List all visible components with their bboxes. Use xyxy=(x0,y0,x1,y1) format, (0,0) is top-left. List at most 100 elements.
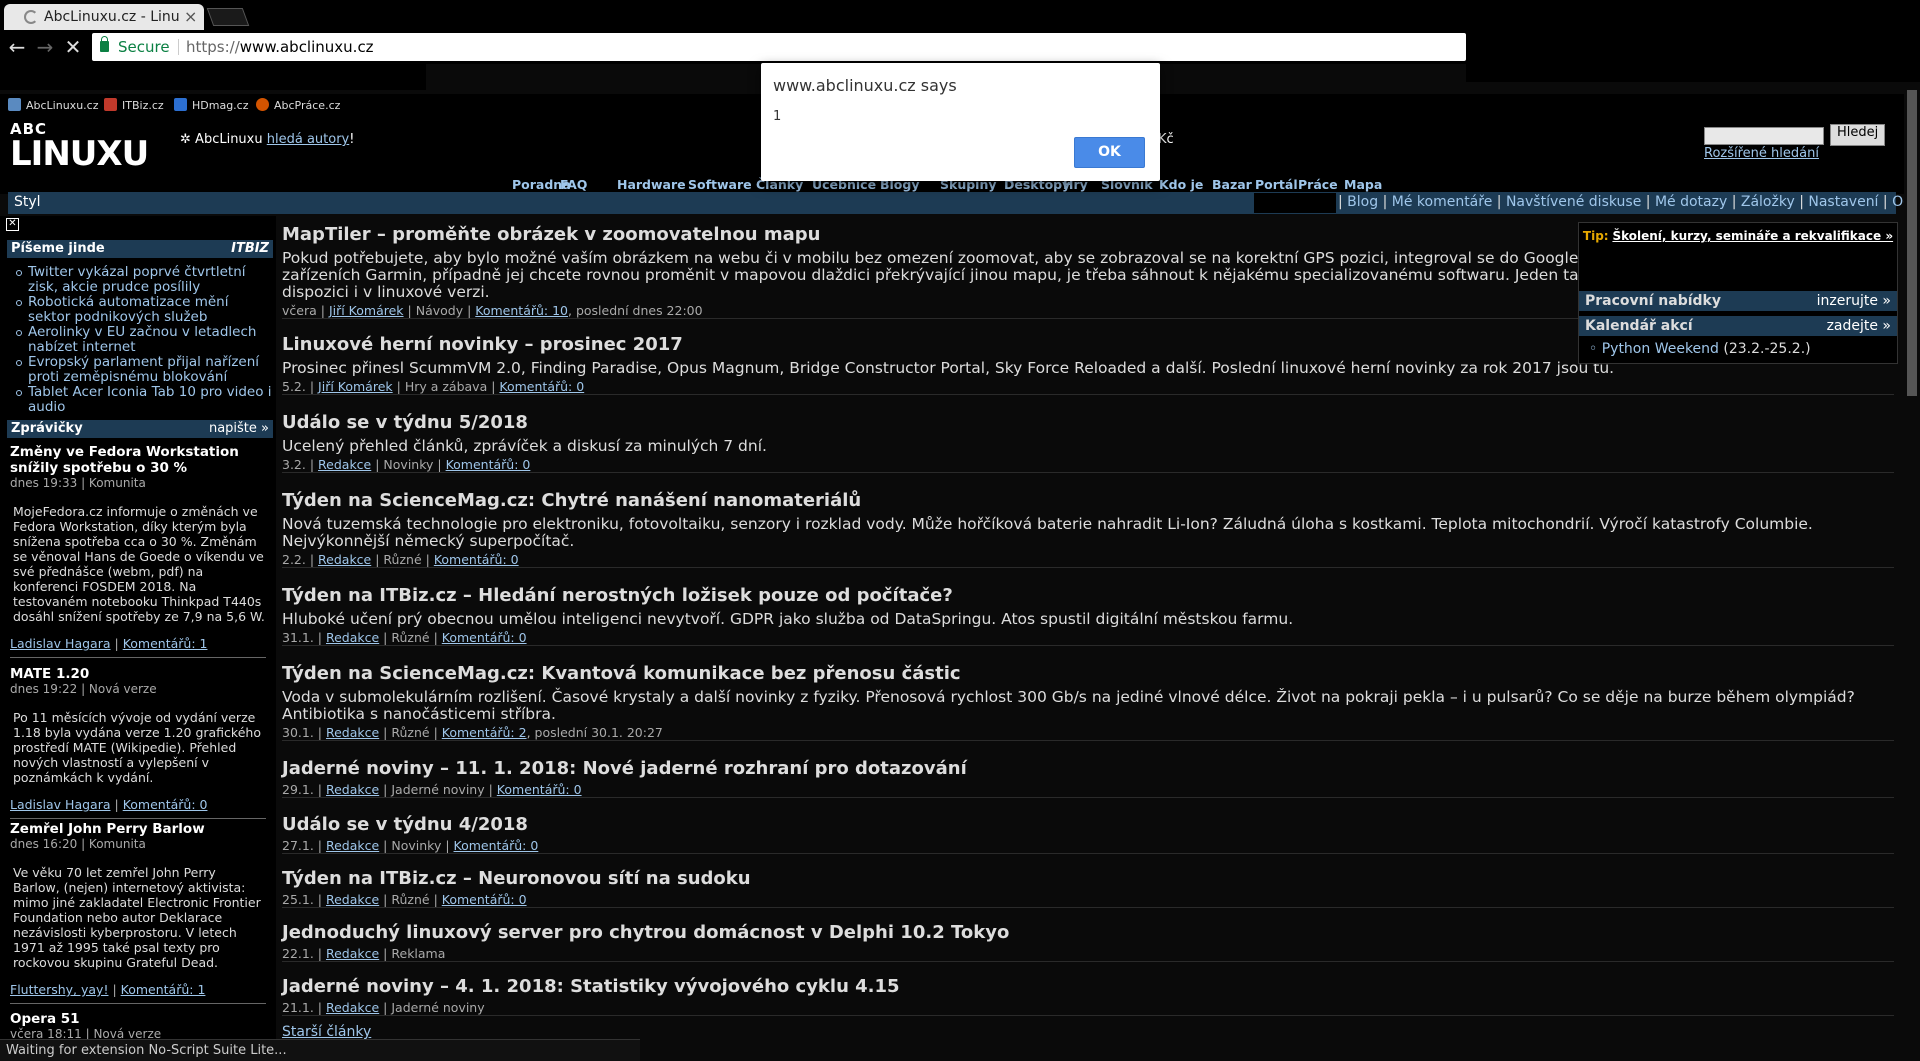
site-logo[interactable]: ABC LINUXU xyxy=(10,122,149,172)
advanced-search-link[interactable]: Rozšířené hledání xyxy=(1704,146,1819,161)
article-comments-link[interactable]: Komentářů: 0 xyxy=(454,838,539,853)
article-title[interactable]: Týden na ScienceMag.cz: Chytré nanášení … xyxy=(282,490,1894,512)
article: Týden na ITBiz.cz – Hledání nerostných l… xyxy=(282,585,1894,646)
article-author-link[interactable]: Jiří Komárek xyxy=(318,379,393,394)
jobs-header: Pracovní nabídky inzerujte » xyxy=(1579,291,1897,311)
article-title[interactable]: Týden na ScienceMag.cz: Kvantová komunik… xyxy=(282,663,1894,685)
article-title[interactable]: Jednoduchý linuxový server pro chytrou d… xyxy=(282,922,1894,944)
news-author-link[interactable]: Ladislav Hagara xyxy=(10,797,111,812)
jinde-item[interactable]: Evropský parlament přijal nařízení proti… xyxy=(14,355,272,385)
menu-item[interactable]: Hardware xyxy=(617,177,686,192)
sidebar: ✕ Píšeme jinde ITBIZ Twitter vykázal pop… xyxy=(0,216,276,1046)
article-section: Novinky xyxy=(391,838,442,853)
news-title[interactable]: Opera 51 xyxy=(10,1011,266,1027)
penguin-icon xyxy=(8,98,21,111)
menu-item[interactable]: Bazar xyxy=(1212,177,1252,192)
jinde-item[interactable]: Twitter vykázal poprvé čtvrtletní zisk, … xyxy=(14,265,272,295)
scrollbar[interactable] xyxy=(1904,90,1920,1061)
bookmark-abcprace[interactable]: AbcPráce.cz xyxy=(256,98,340,112)
calendar-add-link[interactable]: zadejte » xyxy=(1827,316,1891,336)
article-comments-link[interactable]: Komentářů: 0 xyxy=(499,379,584,394)
user-link[interactable]: Záložky xyxy=(1741,194,1795,210)
new-tab-button[interactable] xyxy=(206,8,250,26)
forward-icon[interactable]: → xyxy=(32,34,58,60)
article-author-link[interactable]: Redakce xyxy=(326,630,379,645)
news-author-link[interactable]: Ladislav Hagara xyxy=(10,636,111,651)
news-title[interactable]: Změny ve Fedora Workstation snížily spot… xyxy=(10,444,266,476)
jobs-advertise-link[interactable]: inzerujte » xyxy=(1817,291,1891,311)
search-input[interactable] xyxy=(1704,127,1824,145)
article-author-link[interactable]: Redakce xyxy=(326,725,379,740)
user-link[interactable]: Blog xyxy=(1347,194,1378,210)
tip-link[interactable]: Školení, kurzy, semináře a rekvalifikace… xyxy=(1612,229,1893,243)
zpravicky-write-link[interactable]: napište » xyxy=(209,420,269,438)
url-text[interactable]: https://www.abclinuxu.cz xyxy=(186,38,374,56)
article-author-link[interactable]: Redakce xyxy=(318,457,371,472)
article-title[interactable]: Událo se v týdnu 4/2018 xyxy=(282,814,1894,836)
authors-link[interactable]: hledá autory xyxy=(267,132,350,147)
article-comments-link[interactable]: Komentářů: 0 xyxy=(434,552,519,567)
older-articles-link[interactable]: Starší články xyxy=(282,1024,371,1040)
article-author-link[interactable]: Redakce xyxy=(326,1000,379,1015)
user-link[interactable]: Nastavení xyxy=(1808,194,1878,210)
article-date: 31.1. xyxy=(282,630,314,645)
scrollbar-thumb[interactable] xyxy=(1907,90,1917,396)
article-date: 22.1. xyxy=(282,946,314,961)
article-comments-link[interactable]: Komentářů: 10 xyxy=(475,303,568,318)
address-bar[interactable]: Secure https://www.abclinuxu.cz xyxy=(92,33,1466,61)
user-link[interactable]: Mé komentáře xyxy=(1392,194,1493,210)
itbiz-icon xyxy=(104,98,117,111)
article: Událo se v týdnu 4/2018 27.1. | Redakce |… xyxy=(282,814,1894,854)
hdmag-icon xyxy=(174,98,187,111)
back-icon[interactable]: ← xyxy=(4,34,30,60)
menu-item[interactable]: Práce xyxy=(1298,177,1338,192)
bookmark-abclinuxu[interactable]: AbcLinuxu.cz xyxy=(8,98,98,112)
stop-icon[interactable]: ✕ xyxy=(60,34,86,60)
jinde-item[interactable]: Robotická automatizace mění sektor podni… xyxy=(14,295,272,325)
menu-item[interactable]: FAQ xyxy=(560,177,587,192)
style-label[interactable]: Styl xyxy=(14,194,41,210)
ok-button[interactable]: OK xyxy=(1074,137,1145,168)
browser-tab[interactable]: AbcLinuxu.cz - Linu × xyxy=(4,4,204,30)
news-comments-link[interactable]: Komentářů: 1 xyxy=(123,636,208,651)
article-comments-link[interactable]: Komentářů: 0 xyxy=(497,782,582,797)
article-title[interactable]: Jaderné noviny – 4. 1. 2018: Statistiky … xyxy=(282,976,1894,998)
jinde-item[interactable]: Aerolinky v EU začnou v letadlech nabíze… xyxy=(14,325,272,355)
article-comments-link[interactable]: Komentářů: 0 xyxy=(442,892,527,907)
article-title[interactable]: Týden na ITBiz.cz – Hledání nerostných l… xyxy=(282,585,1894,607)
news-comments-link[interactable]: Komentářů: 0 xyxy=(123,797,208,812)
jinde-item[interactable]: Tablet Acer Iconia Tab 10 pro video i au… xyxy=(14,385,272,415)
bookmark-itbiz[interactable]: ITBiz.cz xyxy=(104,98,164,112)
article-author-link[interactable]: Redakce xyxy=(326,946,379,961)
article-comments-link[interactable]: Komentářů: 0 xyxy=(442,630,527,645)
user-link[interactable]: Mé dotazy xyxy=(1655,194,1727,210)
article-title[interactable]: Jaderné noviny – 11. 1. 2018: Nové jader… xyxy=(282,758,1894,780)
event-link[interactable]: Python Weekend xyxy=(1602,341,1719,357)
news-title[interactable]: MATE 1.20 xyxy=(10,666,266,682)
article-comments-link[interactable]: Komentářů: 0 xyxy=(446,457,531,472)
news-title[interactable]: Zemřel John Perry Barlow xyxy=(10,821,266,837)
user-links: | Blog | Mé komentáře | Navštívené disku… xyxy=(1338,194,1920,210)
article-comments-link[interactable]: Komentářů: 2 xyxy=(442,725,527,740)
news-author-link[interactable]: Fluttershy, yay! xyxy=(10,982,108,997)
menu-item[interactable]: Software xyxy=(688,177,752,192)
bookmark-hdmag[interactable]: HDmag.cz xyxy=(174,98,249,112)
menu-item[interactable]: Mapa xyxy=(1344,177,1382,192)
jinde-list: Twitter vykázal poprvé čtvrtletní zisk, … xyxy=(14,265,272,415)
user-link[interactable]: Navštívené diskuse xyxy=(1506,194,1641,210)
search-button[interactable]: Hledej xyxy=(1830,124,1886,146)
menu-item[interactable]: Kdo je xyxy=(1159,177,1203,192)
article-title[interactable]: Událo se v týdnu 5/2018 xyxy=(282,412,1894,434)
article-author-link[interactable]: Redakce xyxy=(326,838,379,853)
close-icon[interactable]: ✕ xyxy=(6,218,19,231)
abcprace-icon xyxy=(256,98,269,111)
news-comments-link[interactable]: Komentářů: 1 xyxy=(121,982,206,997)
article-author-link[interactable]: Jiří Komárek xyxy=(329,303,404,318)
article-title[interactable]: Týden na ITBiz.cz – Neuronovou sítí na s… xyxy=(282,868,1894,890)
close-tab-icon[interactable]: × xyxy=(184,4,202,30)
menu-item[interactable]: Portál xyxy=(1255,177,1298,192)
article-author-link[interactable]: Redakce xyxy=(326,782,379,797)
article-author-link[interactable]: Redakce xyxy=(318,552,371,567)
article-author-link[interactable]: Redakce xyxy=(326,892,379,907)
redacted-area xyxy=(0,64,426,90)
